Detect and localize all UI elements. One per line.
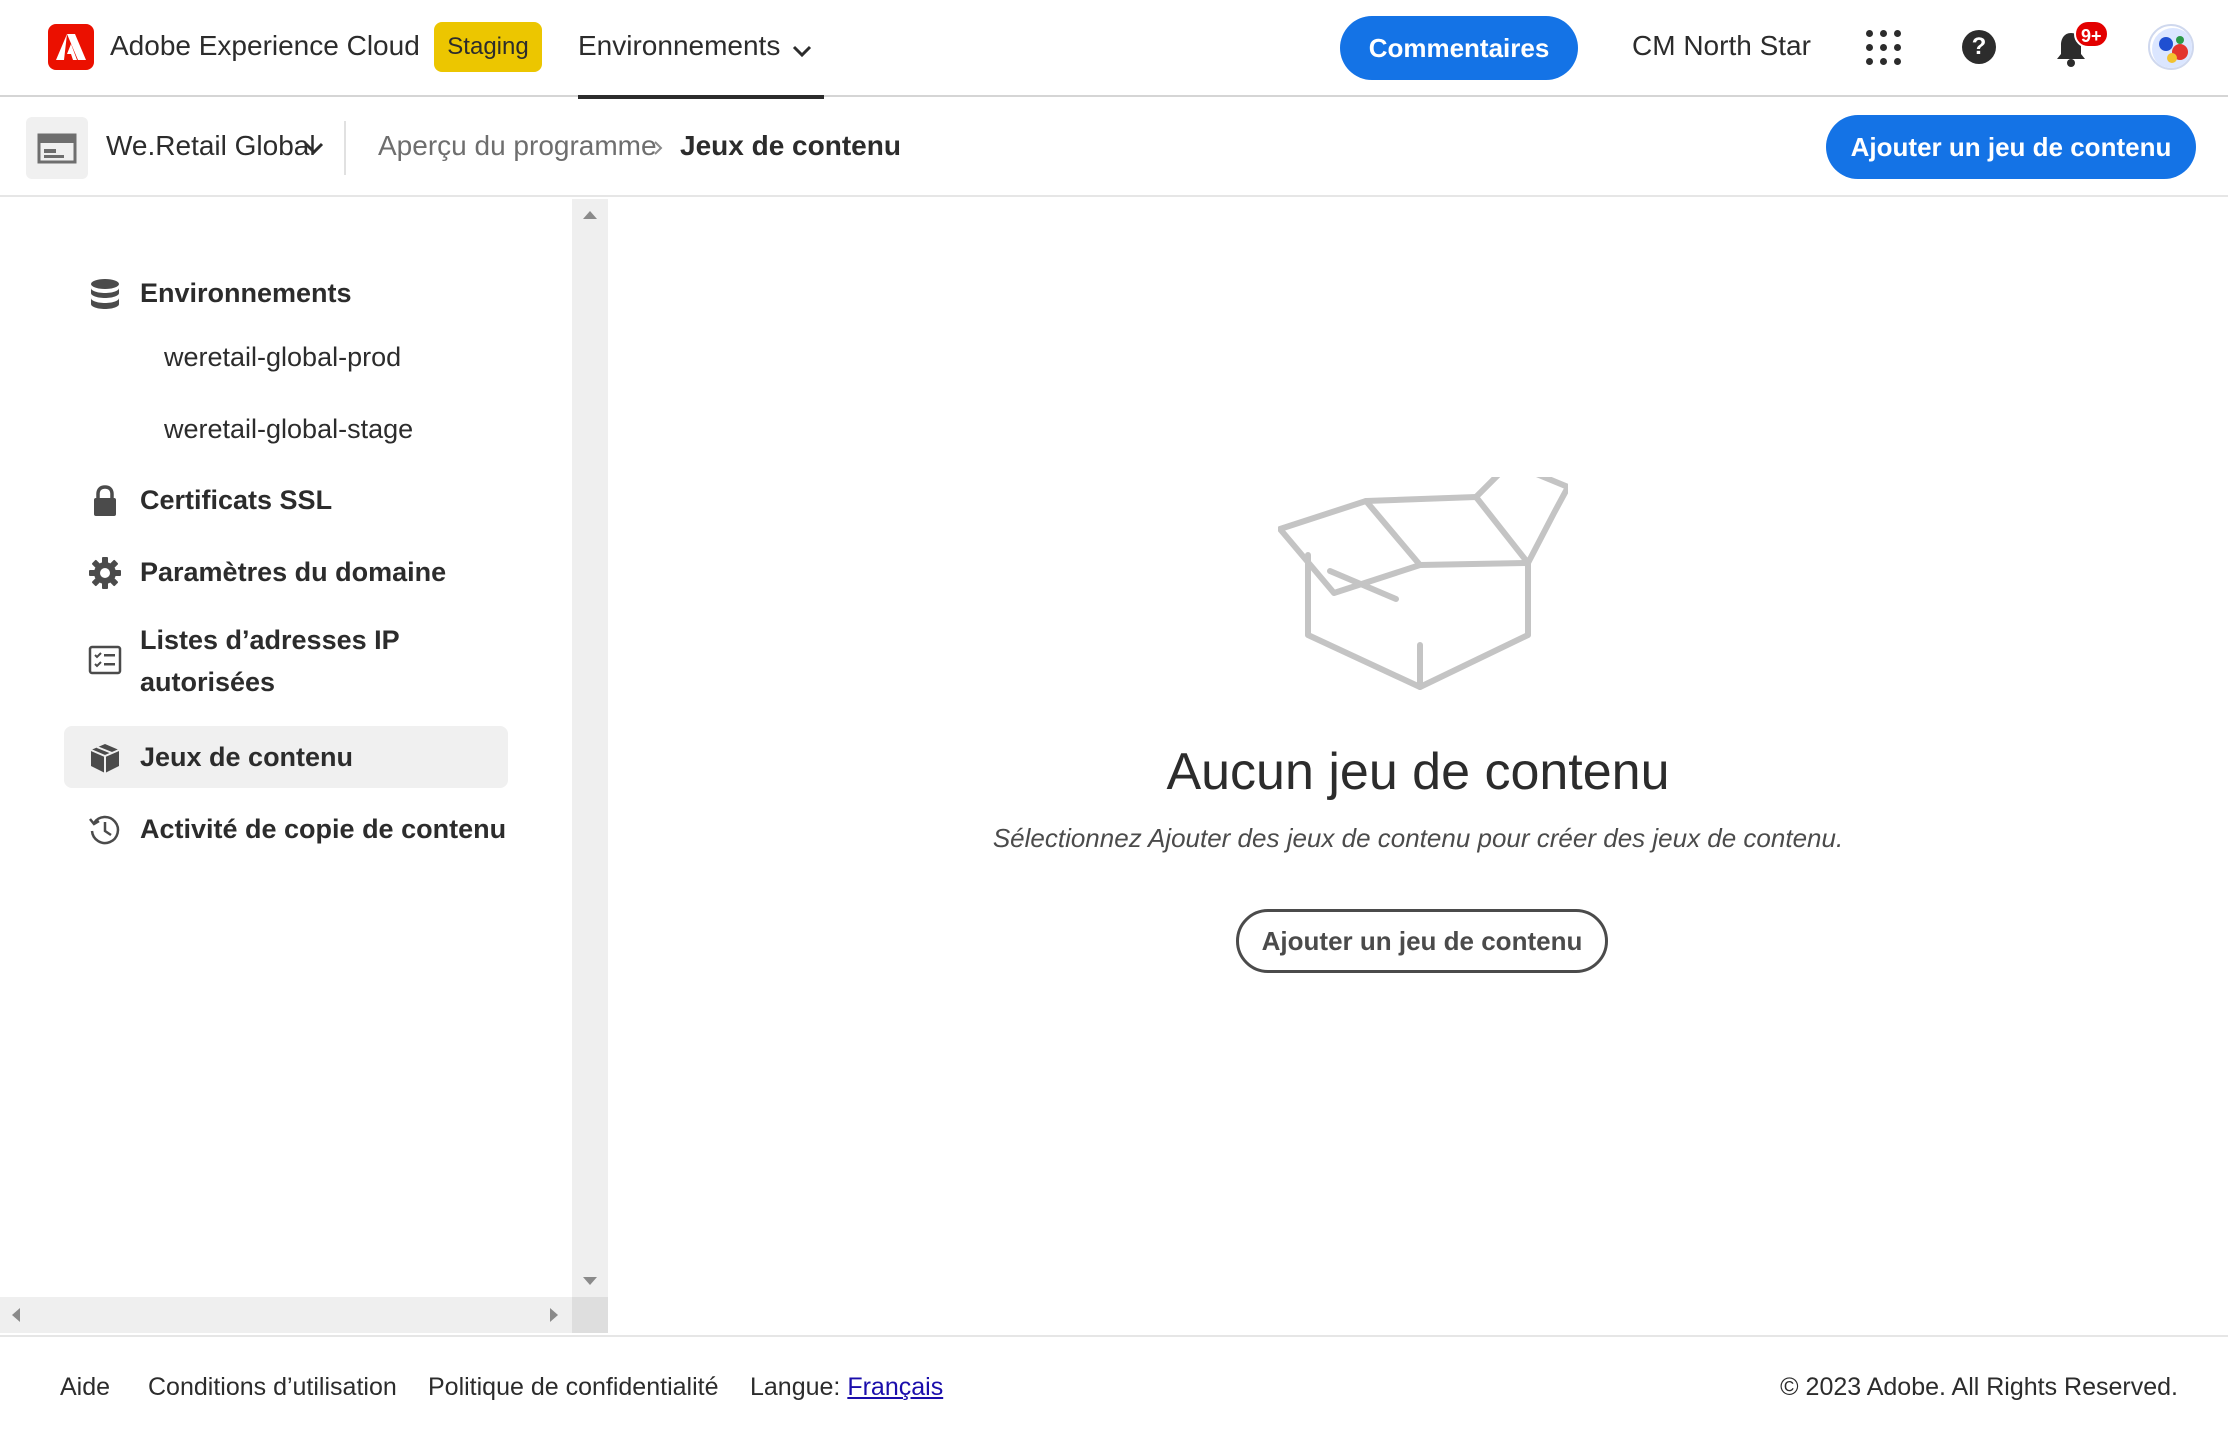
footer-language-link[interactable]: Français [847,1373,943,1401]
scroll-right-arrow-icon[interactable] [550,1308,558,1322]
sidebar-item-label-line2: autorisées [140,667,276,697]
environment-badge: Staging [434,22,542,72]
footer: Aide Conditions d’utilisation Politique … [0,1335,2228,1434]
add-content-set-button[interactable]: Ajouter un jeu de contenu [1826,115,2196,179]
org-switcher[interactable]: CM North Star [1632,30,1811,62]
open-box-icon [1278,477,1568,690]
checklist-icon [88,645,122,675]
sidebar-item-content-sets[interactable]: Jeux de contenu [64,726,508,788]
footer-help-link[interactable]: Aide [60,1373,110,1402]
sidebar: Environnements weretail-global-prod were… [0,199,608,1337]
sidebar-item-label: Activité de copie de contenu [140,814,507,844]
scroll-up-arrow-icon[interactable] [583,211,597,219]
sidebar-item-label: Jeux de contenu [140,742,354,772]
sidebar-vertical-scrollbar[interactable] [572,199,608,1299]
sidebar-item-env-stage[interactable]: weretail-global-stage [164,414,413,445]
app-switcher-icon[interactable] [1866,30,1902,66]
scroll-down-arrow-icon[interactable] [583,1277,597,1285]
sidebar-item-domain-settings[interactable]: Paramètres du domaine [64,541,508,603]
program-selector[interactable]: We.Retail Global [106,130,316,162]
breadcrumb-current-page: Jeux de contenu [680,130,901,161]
gear-icon [89,557,121,589]
feedback-button[interactable]: Commentaires [1340,16,1578,80]
notification-count-badge: 9+ [2074,20,2109,48]
footer-terms-link[interactable]: Conditions d’utilisation [148,1373,397,1402]
tab-environments[interactable]: Environnements [578,0,824,99]
history-icon [89,815,120,845]
app-title[interactable]: Adobe Experience Cloud [110,30,420,62]
chevron-down-icon [792,45,812,58]
empty-state-description: Sélectionnez Ajouter des jeux de contenu… [992,823,1844,853]
sidebar-item-label: Listes d’adresses IP [140,625,400,655]
footer-language-label: Langue: [750,1373,841,1401]
database-icon [91,279,119,309]
sidebar-horizontal-scrollbar[interactable] [0,1297,572,1333]
footer-privacy-link[interactable]: Politique de confidentialité [428,1373,718,1402]
box-icon [90,744,120,773]
main-content: Aucun jeu de contenu Sélectionnez Ajoute… [608,199,2228,1337]
help-icon[interactable]: ? [1962,30,1996,64]
breadcrumb-program-overview[interactable]: Aperçu du programme [378,130,657,162]
footer-copyright: © 2023 Adobe. All Rights Reserved. [1780,1373,2178,1401]
empty-state-title: Aucun jeu de contenu [1166,743,1670,801]
divider [344,121,346,175]
sidebar-item-label: Certificats SSL [140,485,333,515]
sidebar-item-content-copy-activity[interactable]: Activité de copie de contenu [64,798,508,860]
adobe-logo-icon[interactable] [48,24,94,70]
sidebar-item-env-prod[interactable]: weretail-global-prod [164,342,401,373]
sidebar-item-label: Paramètres du domaine [140,557,447,587]
sidebar-item-ip-allow-lists[interactable]: Listes d’adresses IP autorisées [64,613,508,705]
shell-header: Adobe Experience Cloud Staging Environne… [0,0,2228,99]
sidebar-item-ssl-certificates[interactable]: Certificats SSL [64,469,508,531]
add-content-set-secondary-button[interactable]: Ajouter un jeu de contenu [1236,909,1608,973]
footer-language: Langue: Français [750,1373,943,1402]
sidebar-item-environments[interactable]: Environnements [64,262,508,324]
chevron-down-icon[interactable] [304,141,324,155]
lock-icon [94,485,116,516]
scrollbar-corner [572,1297,608,1333]
sidebar-item-label: Environnements [140,278,352,308]
user-avatar[interactable] [2148,24,2194,70]
program-header: We.Retail Global Aperçu du programme Jeu… [0,99,2228,197]
tab-environments-label: Environnements [578,30,781,61]
program-icon [26,117,88,179]
chevron-right-icon [654,141,663,155]
scroll-left-arrow-icon[interactable] [12,1308,20,1322]
